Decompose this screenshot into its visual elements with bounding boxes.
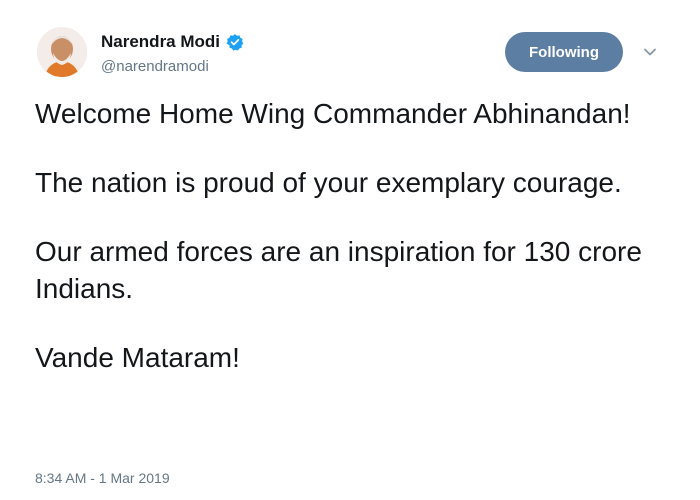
tweet-paragraph: Welcome Home Wing Commander Abhinandan! (35, 98, 631, 129)
author-name[interactable]: Narendra Modi (101, 32, 220, 52)
chevron-down-icon[interactable] (642, 44, 658, 60)
tweet-card: Narendra Modi @narendramodi Following We… (0, 0, 700, 500)
avatar-image (37, 27, 87, 77)
tweet-paragraph: Vande Mataram! (35, 342, 240, 373)
following-button[interactable]: Following (505, 32, 623, 72)
verified-badge-icon (226, 33, 244, 51)
author-handle[interactable]: @narendramodi (101, 58, 209, 75)
tweet-timestamp[interactable]: 8:34 AM - 1 Mar 2019 (35, 470, 170, 486)
tweet-text: Welcome Home Wing Commander Abhinandan! … (35, 95, 655, 408)
tweet-paragraph: Our armed forces are an inspiration for … (35, 236, 642, 304)
author-row: Narendra Modi (101, 32, 244, 52)
tweet-paragraph: The nation is proud of your exemplary co… (35, 167, 622, 198)
avatar[interactable] (37, 27, 87, 77)
